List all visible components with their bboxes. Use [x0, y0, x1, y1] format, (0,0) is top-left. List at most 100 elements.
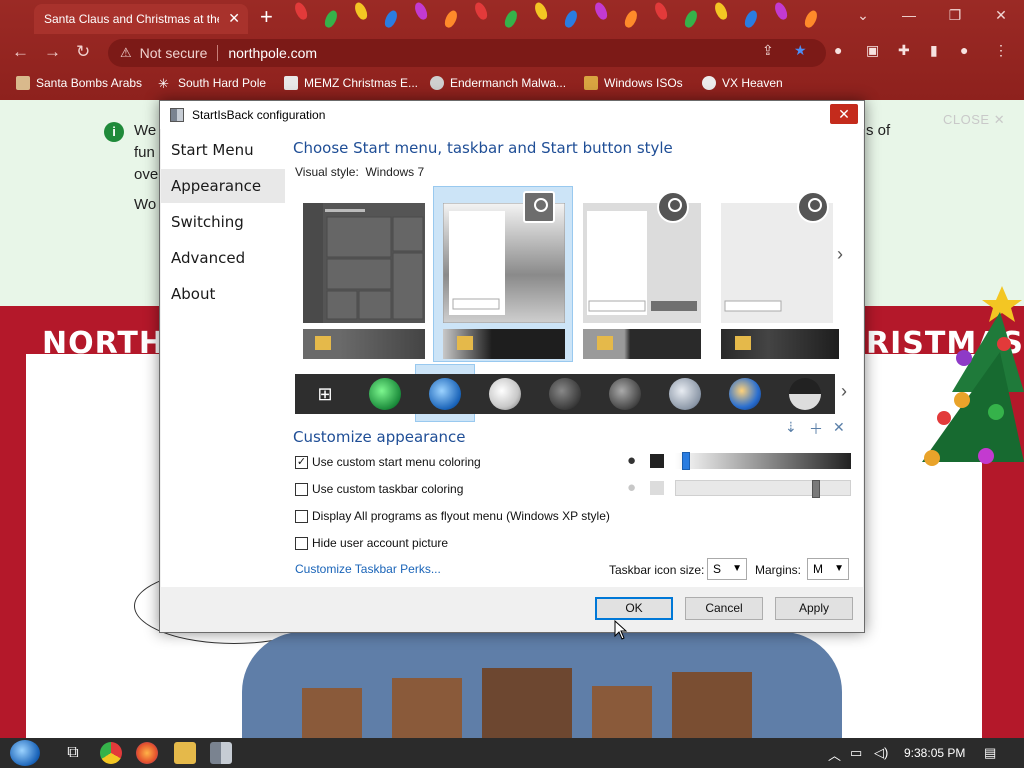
- taskbar-color-swatch[interactable]: [650, 481, 664, 495]
- ok-button[interactable]: OK: [595, 597, 673, 620]
- clover-orb-icon[interactable]: [369, 378, 401, 410]
- taskbar-icon-size-select[interactable]: S ▼: [707, 558, 747, 580]
- glass-orb-icon[interactable]: [669, 378, 701, 410]
- tab-search-icon[interactable]: ⌄: [840, 0, 886, 30]
- warning-icon[interactable]: ⚠: [120, 45, 132, 61]
- task-view-icon[interactable]: ⧉: [62, 742, 84, 764]
- checkbox-taskbar-coloring[interactable]: Use custom taskbar coloring: [295, 482, 463, 496]
- start-menu-color-swatch[interactable]: [650, 454, 664, 468]
- sidebar-item-advanced[interactable]: Advanced: [161, 241, 285, 275]
- apply-button[interactable]: Apply: [775, 597, 853, 620]
- bookmark-item[interactable]: VX Heaven: [702, 76, 783, 90]
- checkbox-label: Display All programs as flyout menu (Win…: [312, 509, 610, 523]
- side-panel-icon[interactable]: ▮: [930, 42, 938, 59]
- checkbox[interactable]: [295, 482, 308, 496]
- customize-taskbar-perks-link[interactable]: Customize Taskbar Perks...: [295, 562, 441, 576]
- extension-flag-icon[interactable]: ●: [834, 42, 842, 58]
- file-explorer-icon[interactable]: [174, 742, 196, 764]
- style-thumb-windows8[interactable]: [583, 203, 701, 323]
- light-bulb-icon: [442, 8, 460, 30]
- share-icon[interactable]: ⇪: [762, 42, 774, 59]
- profile-avatar-icon[interactable]: ●: [960, 42, 968, 58]
- village-illustration: [242, 632, 842, 738]
- white-orb-icon[interactable]: [489, 378, 521, 410]
- select-value: M: [813, 562, 823, 576]
- network-icon[interactable]: ▭: [850, 745, 862, 761]
- sidebar-item-start-menu[interactable]: Start Menu: [161, 133, 285, 167]
- back-icon[interactable]: ←: [12, 42, 29, 62]
- margins-select[interactable]: M ▼: [807, 558, 849, 580]
- notice-close-link[interactable]: CLOSE ✕: [943, 112, 1005, 128]
- menu-kebab-icon[interactable]: ⋮: [994, 42, 1008, 59]
- sidebar-item-switching[interactable]: Switching: [161, 205, 285, 239]
- dialog-body: Start Menu Appearance Switching Advanced…: [161, 129, 863, 587]
- windows7-orb-icon[interactable]: [429, 378, 461, 410]
- notification-icon[interactable]: ▤: [984, 745, 996, 761]
- taskbar-thumb-windows10[interactable]: [303, 329, 425, 359]
- slider-thumb[interactable]: [812, 480, 820, 498]
- bookmark-item[interactable]: Endermanch Malwa...: [430, 76, 566, 90]
- bookmark-item[interactable]: Windows ISOs: [584, 76, 683, 90]
- sidebar-item-about[interactable]: About: [161, 277, 285, 311]
- browser-chrome: Santa Claus and Christmas at the ✕ + ⌄ —…: [0, 0, 1024, 100]
- dark-orb-icon[interactable]: [549, 378, 581, 410]
- extensions-puzzle-icon[interactable]: ✚: [898, 42, 910, 59]
- security-label[interactable]: Not secure: [140, 45, 208, 61]
- opacity-drop-icon: ●: [627, 452, 637, 469]
- restore-icon[interactable]: ❐: [932, 0, 978, 30]
- chevron-right-icon[interactable]: ›: [837, 244, 843, 265]
- checkbox[interactable]: [295, 509, 308, 523]
- vista-orb-icon[interactable]: [729, 378, 761, 410]
- taskbar-thumb-plain[interactable]: [721, 329, 839, 359]
- bookmark-label: Santa Bombs Arabs: [36, 76, 143, 90]
- window-close-icon[interactable]: ✕: [978, 0, 1024, 30]
- address-bar[interactable]: ⚠ Not secure northpole.com: [108, 39, 826, 67]
- checkbox-flyout-menu[interactable]: Display All programs as flyout menu (Win…: [295, 509, 610, 523]
- browser-tab[interactable]: Santa Claus and Christmas at the ✕: [34, 4, 248, 34]
- reload-icon[interactable]: ↻: [76, 42, 90, 62]
- checkbox[interactable]: ✓: [295, 455, 308, 469]
- bookmark-item[interactable]: ✳ South Hard Pole: [158, 76, 266, 91]
- system-clock[interactable]: 9:38:05 PM: [904, 746, 965, 760]
- windows10-logo-icon[interactable]: ⊞: [309, 378, 341, 410]
- bookmark-item[interactable]: MEMZ Christmas E...: [284, 76, 418, 90]
- startisback-app-icon[interactable]: [210, 742, 232, 764]
- sidebar-item-appearance[interactable]: Appearance: [161, 169, 285, 203]
- download-icon[interactable]: ⇣: [785, 419, 797, 436]
- checkbox-start-menu-coloring[interactable]: ✓ Use custom start menu coloring: [295, 455, 481, 469]
- taskbar-color-slider[interactable]: [675, 480, 851, 498]
- cancel-button[interactable]: Cancel: [685, 597, 763, 620]
- forward-icon[interactable]: →: [44, 42, 61, 62]
- sidebar-nav: Start Menu Appearance Switching Advanced…: [161, 129, 285, 587]
- add-icon[interactable]: ＋: [809, 419, 823, 439]
- new-tab-button[interactable]: +: [260, 4, 273, 30]
- taskbar-thumb-windows8[interactable]: [583, 329, 701, 359]
- gray-orb-icon[interactable]: [609, 378, 641, 410]
- bookmark-star-icon[interactable]: ★: [794, 42, 807, 59]
- black-white-orb-icon[interactable]: [789, 378, 821, 410]
- extension-s-icon[interactable]: ▣: [866, 42, 879, 59]
- volume-icon[interactable]: ◁): [874, 745, 888, 761]
- chrome-icon[interactable]: [100, 742, 122, 764]
- checkbox[interactable]: [295, 536, 308, 550]
- checkbox-hide-user-picture[interactable]: Hide user account picture: [295, 536, 448, 550]
- start-menu-color-slider[interactable]: [675, 452, 851, 470]
- delete-icon[interactable]: ✕: [833, 419, 845, 436]
- firefox-icon[interactable]: [136, 742, 158, 764]
- dialog-close-button[interactable]: ✕: [830, 104, 858, 124]
- start-orb-icon[interactable]: [10, 740, 40, 766]
- light-bulb-icon: [802, 8, 820, 30]
- dialog-titlebar[interactable]: StartIsBack configuration ✕: [160, 101, 864, 129]
- style-thumb-windows10[interactable]: [303, 203, 425, 323]
- tab-close-icon[interactable]: ✕: [228, 10, 240, 27]
- notice-text: Wo: [134, 196, 157, 213]
- chevron-up-icon[interactable]: ︿: [828, 745, 841, 764]
- chevron-right-icon[interactable]: ›: [841, 381, 847, 402]
- taskbar-thumb-windows7[interactable]: [443, 329, 565, 359]
- info-icon: i: [104, 122, 124, 142]
- skull-icon: [430, 76, 444, 90]
- slider-thumb[interactable]: [682, 452, 690, 470]
- bookmark-item[interactable]: Santa Bombs Arabs: [16, 76, 142, 90]
- minimize-icon[interactable]: —: [886, 0, 932, 30]
- url-text[interactable]: northpole.com: [228, 45, 317, 61]
